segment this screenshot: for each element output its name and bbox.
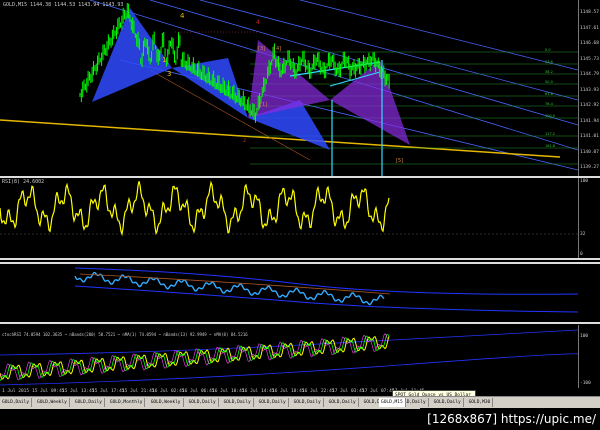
harmonic-pattern-blue-2 bbox=[172, 58, 248, 118]
chart-header: GOLD,M15 1144.38 1144.53 1143.94 1143.93 bbox=[3, 2, 124, 8]
time-tick: 16 Jul 18:45 bbox=[272, 389, 305, 394]
chart-tab[interactable]: GOLD,Weekly bbox=[149, 398, 184, 407]
time-tick: 16 Jul 02:45 bbox=[152, 389, 185, 394]
time-tick: 15 Jul 09:45 bbox=[32, 389, 65, 394]
price-tick: 1147.61 bbox=[580, 25, 599, 31]
price-tick: 1146.68 bbox=[580, 41, 599, 46]
fib-level-label: 100.0 bbox=[545, 114, 555, 118]
price-tick: 1143.93 bbox=[580, 87, 599, 93]
oscillator-pane[interactable] bbox=[0, 264, 578, 322]
price-chart-canvas: 1 3 4 4 [3] [4] [1] [5] 2 0.0 23.6 38.2 50.… bbox=[0, 0, 578, 171]
chart-tab-active[interactable]: GOLD,M15 bbox=[379, 398, 406, 407]
price-tick: 1145.73 bbox=[580, 56, 599, 62]
stoch-axis: 100 -100 bbox=[578, 325, 600, 388]
stoch-label: ctochRSI 74.0594 102.3635 ~ nBands(200) … bbox=[2, 332, 248, 337]
rsi-pane[interactable]: RSI(8) 24.6002 bbox=[0, 178, 578, 258]
price-tick: 1140.07 bbox=[580, 149, 599, 155]
price-tick: 1148.57 bbox=[580, 10, 599, 15]
fib-level-label: 50.0 bbox=[545, 80, 553, 84]
wave-label-5: [5] bbox=[396, 158, 403, 164]
wave-label-1: 1 bbox=[162, 56, 166, 64]
image-stamp: [1268x867] https://upic.me/ bbox=[420, 408, 600, 430]
stoch-line-magenta bbox=[0, 333, 390, 381]
fib-labels: 0.0 23.6 38.2 50.0 61.8 76.4 100.0 127.2 161.8 bbox=[545, 48, 555, 148]
time-axis: 1 Jul 2015 15 Jul 09:45 15 Jul 13:45 15 Jul… bbox=[0, 388, 578, 396]
wave-label-4-top: [4] bbox=[274, 46, 281, 52]
fib-level-label: 23.6 bbox=[545, 60, 553, 64]
price-tick: 1141.94 bbox=[580, 118, 599, 124]
chart-tab[interactable]: GOLD,Daily bbox=[257, 398, 289, 407]
time-tick: 16 Jul 10:45 bbox=[212, 389, 245, 394]
time-tick: 15 Jul 21:45 bbox=[122, 389, 155, 394]
rsi-line bbox=[0, 180, 390, 237]
time-tick: 16 Jul 22:45 bbox=[302, 389, 335, 394]
rsi-axis: 100 32 0 bbox=[578, 178, 600, 258]
chart-tab[interactable]: GOLD,Daily bbox=[73, 398, 105, 407]
wave-label-2-red: 2 bbox=[243, 138, 246, 144]
stoch-line-green bbox=[0, 334, 390, 382]
time-tick: 15 Jul 17:45 bbox=[92, 389, 125, 394]
chart-tab[interactable]: GOLD,Daily bbox=[222, 398, 254, 407]
chart-tab[interactable]: GOLD,M30 bbox=[467, 398, 494, 407]
wave-label-3: 3 bbox=[167, 70, 171, 78]
stoch-rsi-pane[interactable]: ctochRSI 74.0594 102.3635 ~ nBands(200) … bbox=[0, 325, 578, 388]
price-tick: 1139.27 bbox=[580, 165, 599, 170]
fib-level-label: 161.8 bbox=[545, 144, 555, 148]
chart-tab[interactable]: GOLD,Daily bbox=[327, 398, 359, 407]
time-tick: 17 Jul 07:45 bbox=[362, 389, 395, 394]
wave-label-1-top: [3] bbox=[258, 46, 265, 52]
price-tick: 1141.01 bbox=[580, 134, 599, 139]
wave-label-4: 4 bbox=[180, 12, 185, 20]
time-tick: 16 Jul 14:45 bbox=[242, 389, 275, 394]
fib-level-label: 61.8 bbox=[545, 92, 553, 96]
chart-tab[interactable]: GOLD,Weekly bbox=[35, 398, 70, 407]
chart-tab[interactable]: GOLD,Daily bbox=[432, 398, 464, 407]
time-tick: 16 Jul 06:45 bbox=[182, 389, 215, 394]
fib-level-label: 76.4 bbox=[545, 102, 554, 106]
time-tick: 17 Jul 03:45 bbox=[332, 389, 365, 394]
price-tick: 1144.79 bbox=[580, 72, 599, 77]
chart-tab[interactable]: GOLD,Daily bbox=[0, 398, 33, 407]
fib-level-label: 38.2 bbox=[545, 70, 553, 74]
wave-label-4-red: 4 bbox=[256, 19, 260, 26]
rsi-label: RSI(8) 24.6002 bbox=[2, 179, 45, 185]
fib-level-label: 0.0 bbox=[545, 48, 551, 52]
wave-label-1-bottom: [1] bbox=[260, 102, 267, 108]
time-tick: 15 Jul 13:45 bbox=[62, 389, 95, 394]
price-tick: 1142.92 bbox=[580, 103, 599, 108]
time-tick: 1 Jul 2015 bbox=[2, 389, 30, 394]
chart-tab[interactable]: GOLD,Daily bbox=[292, 398, 324, 407]
price-axis[interactable]: 1148.57 1147.61 1146.68 1145.73 1144.79 1143.… bbox=[578, 0, 600, 176]
chart-tab[interactable]: GOLD,Daily bbox=[187, 398, 219, 407]
fib-level-label: 127.2 bbox=[545, 132, 555, 136]
chart-tab[interactable]: GOLD,Monthly bbox=[108, 398, 146, 407]
price-chart-pane[interactable]: 1 3 4 4 [3] [4] [1] [5] 2 0.0 23.6 38.2 50.… bbox=[0, 0, 578, 176]
